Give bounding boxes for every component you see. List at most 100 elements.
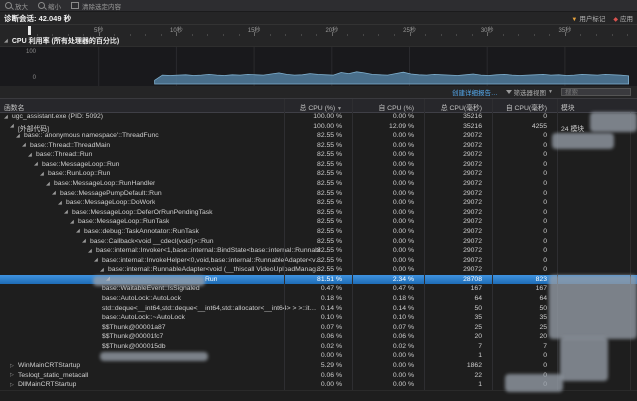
expander-open-icon[interactable]: ◢ <box>40 171 44 177</box>
toolbar-button-2[interactable]: 清除选定内容 <box>71 1 121 11</box>
total-cpu-pct: 82.55 % <box>284 151 342 158</box>
function-name: $$Thunk@000015db <box>102 343 166 350</box>
column-header-module[interactable]: 模块 <box>561 102 575 112</box>
cpu-usage-chart[interactable]: 100 0 <box>0 47 637 86</box>
legend-item[interactable]: ▼用户标记 <box>571 13 605 23</box>
call-tree-row[interactable]: $$Thunk@000015db0.02 %0.02 %77 <box>0 342 637 352</box>
total-cpu-pct: 0.10 % <box>284 314 342 321</box>
filter-view-label: 筛选器视图 <box>514 87 547 97</box>
expander-open-icon[interactable]: ◢ <box>34 161 38 167</box>
call-tree-row[interactable]: ◢base::internal::RunnableAdapter<void (_… <box>0 265 637 275</box>
legend-item[interactable]: ◆应用 <box>613 13 633 23</box>
call-tree-row[interactable]: ◢base::internal::InvokeHelper<0,void,bas… <box>0 256 637 266</box>
column-header-function-name[interactable]: 函数名 <box>4 102 24 112</box>
call-tree-row[interactable]: ◢ugc_assistant.exe (PID: 5092)100.00 %0.… <box>0 112 637 122</box>
column-header-self-cpu-pct[interactable]: 自 CPU (%) <box>352 102 414 112</box>
call-tree-row[interactable]: $$Thunk@00001a870.07 %0.07 %2525 <box>0 323 637 333</box>
self-cpu-pct: 0.06 % <box>352 333 414 340</box>
expander-open-icon[interactable]: ◢ <box>58 200 62 206</box>
search-input[interactable] <box>561 88 631 96</box>
zoom-in-icon <box>5 2 12 9</box>
expander-open-icon[interactable]: ◢ <box>64 209 68 215</box>
expander-closed-icon[interactable]: ▷ <box>10 372 14 378</box>
expander-open-icon[interactable]: ◢ <box>100 267 104 273</box>
toolbar-button-0[interactable]: 放大 <box>5 1 28 11</box>
column-header-self-cpu-ms[interactable]: 自 CPU(毫秒) <box>492 102 547 112</box>
expander-open-icon[interactable]: ◢ <box>46 181 50 187</box>
call-tree-row[interactable]: ◢base::`anonymous namespace'::ThreadFunc… <box>0 131 637 141</box>
function-name: base::MessageLoop::RunTask <box>78 218 169 225</box>
total-cpu-ms: 29072 <box>424 266 482 273</box>
call-tree-row[interactable]: ◢base::MessageLoop::DoWork82.55 %0.00 %2… <box>0 198 637 208</box>
call-tree-row[interactable]: ◢base::Thread::ThreadMain82.55 %0.00 %29… <box>0 141 637 151</box>
total-cpu-ms: 29072 <box>424 218 482 225</box>
expander-closed-icon[interactable]: ▷ <box>10 382 14 388</box>
self-cpu-pct: 0.00 % <box>352 247 414 254</box>
self-cpu-ms: 0 <box>492 180 547 187</box>
call-tree-row[interactable]: ▷WinMainCRTStartup5.29 %0.00 %18620 <box>0 361 637 371</box>
self-cpu-pct: 0.00 % <box>352 151 414 158</box>
total-cpu-pct: 0.00 % <box>284 381 342 388</box>
self-cpu-ms: 35 <box>492 314 547 321</box>
total-cpu-ms: 29072 <box>424 180 482 187</box>
expander-open-icon[interactable]: ◢ <box>94 257 98 263</box>
section-expander-icon[interactable]: ◢ <box>4 38 8 44</box>
self-cpu-pct: 0.00 % <box>352 228 414 235</box>
call-tree-row[interactable]: ◢base::MessagePumpDefault::Run82.55 %0.0… <box>0 189 637 199</box>
call-tree: ◢ugc_assistant.exe (PID: 5092)100.00 %0.… <box>0 112 637 390</box>
function-name: base::WaitableEvent::IsSignaled <box>102 285 200 292</box>
expander-open-icon[interactable]: ◢ <box>28 152 32 158</box>
total-cpu-ms: 29072 <box>424 132 482 139</box>
total-cpu-pct: 0.14 % <box>284 305 342 312</box>
legend-label: 用户标记 <box>579 16 605 23</box>
self-cpu-ms: 0 <box>492 190 547 197</box>
call-tree-row[interactable]: ◢[外部代码]100.00 %12.09 %35216425524 模块 <box>0 122 637 132</box>
expander-open-icon[interactable]: ◢ <box>22 142 26 148</box>
call-tree-row[interactable]: base::AutoLock::~AutoLock0.10 %0.10 %353… <box>0 313 637 323</box>
self-cpu-pct: 0.00 % <box>352 238 414 245</box>
expander-open-icon[interactable]: ◢ <box>82 238 86 244</box>
self-cpu-pct: 0.00 % <box>352 218 414 225</box>
call-tree-row[interactable]: std::deque<__int64,std::deque<__int64,st… <box>0 304 637 314</box>
call-tree-row[interactable]: ◢base::MessageLoop::DeferOrRunPendingTas… <box>0 208 637 218</box>
call-tree-row[interactable]: $$Thunk@00001fc70.06 %0.06 %2020 <box>0 332 637 342</box>
total-cpu-pct: 0.07 % <box>284 324 342 331</box>
cpu-section-header[interactable]: ◢ CPU 利用率 (所有处理器的百分比) <box>0 36 637 47</box>
call-tree-row[interactable]: base::AutoLock::AutoLock0.18 %0.18 %6464 <box>0 294 637 304</box>
legend-label: 应用 <box>620 16 633 23</box>
expander-open-icon[interactable]: ◢ <box>70 219 74 225</box>
expander-open-icon[interactable]: ◢ <box>4 114 8 120</box>
call-tree-row[interactable]: ◢base::internal::Invoker<1,base::interna… <box>0 246 637 256</box>
self-cpu-pct: 0.00 % <box>352 381 414 388</box>
expander-open-icon[interactable]: ◢ <box>10 123 14 129</box>
ruler-tick-label: 20秒 <box>325 25 338 34</box>
total-cpu-ms: 1862 <box>424 362 482 369</box>
filter-view-dropdown[interactable]: 筛选器视图 ▼ <box>506 87 553 97</box>
total-cpu-ms: 20 <box>424 333 482 340</box>
call-tree-row[interactable]: ◢base::MessageLoop::RunHandler82.55 %0.0… <box>0 179 637 189</box>
expander-open-icon[interactable]: ◢ <box>76 228 80 234</box>
call-tree-row[interactable]: ◢base::Thread::Run82.55 %0.00 %290720 <box>0 150 637 160</box>
total-cpu-ms: 29072 <box>424 161 482 168</box>
call-tree-row[interactable]: 0.00 %0.00 %10 <box>0 351 637 361</box>
expander-closed-icon[interactable]: ▷ <box>10 363 14 369</box>
y-axis-max-label: 100 <box>22 49 36 55</box>
call-tree-row[interactable]: ◢base::RunLoop::Run82.55 %0.00 %290720 <box>0 169 637 179</box>
expander-open-icon[interactable]: ◢ <box>16 133 20 139</box>
column-header-total-cpu-pct[interactable]: 总 CPU (%) ▼ <box>284 102 342 112</box>
column-header-total-cpu-ms[interactable]: 总 CPU(毫秒) <box>424 102 482 112</box>
call-tree-row[interactable]: ◢base::Callback<void __cdecl(void)>::Run… <box>0 237 637 247</box>
scrollbar-edge[interactable] <box>630 112 631 390</box>
call-tree-row[interactable]: ◢base::MessageLoop::Run82.55 %0.00 %2907… <box>0 160 637 170</box>
ruler-tick-label: 30秒 <box>481 25 494 34</box>
call-tree-row[interactable]: ◢base::MessageLoop::RunTask82.55 %0.00 %… <box>0 217 637 227</box>
call-tree-row[interactable]: ◢base::debug::TaskAnnotator::RunTask82.5… <box>0 227 637 237</box>
column-separator <box>492 99 493 390</box>
total-cpu-pct: 82.55 % <box>284 132 342 139</box>
expander-open-icon[interactable]: ◢ <box>52 190 56 196</box>
expander-open-icon[interactable]: ◢ <box>88 248 92 254</box>
redaction-blur <box>93 276 205 286</box>
toolbar-button-1[interactable]: 缩小 <box>38 1 61 11</box>
ruler-cursor[interactable] <box>28 26 31 35</box>
create-detailed-report-link[interactable]: 创建详细报告… <box>452 87 498 97</box>
